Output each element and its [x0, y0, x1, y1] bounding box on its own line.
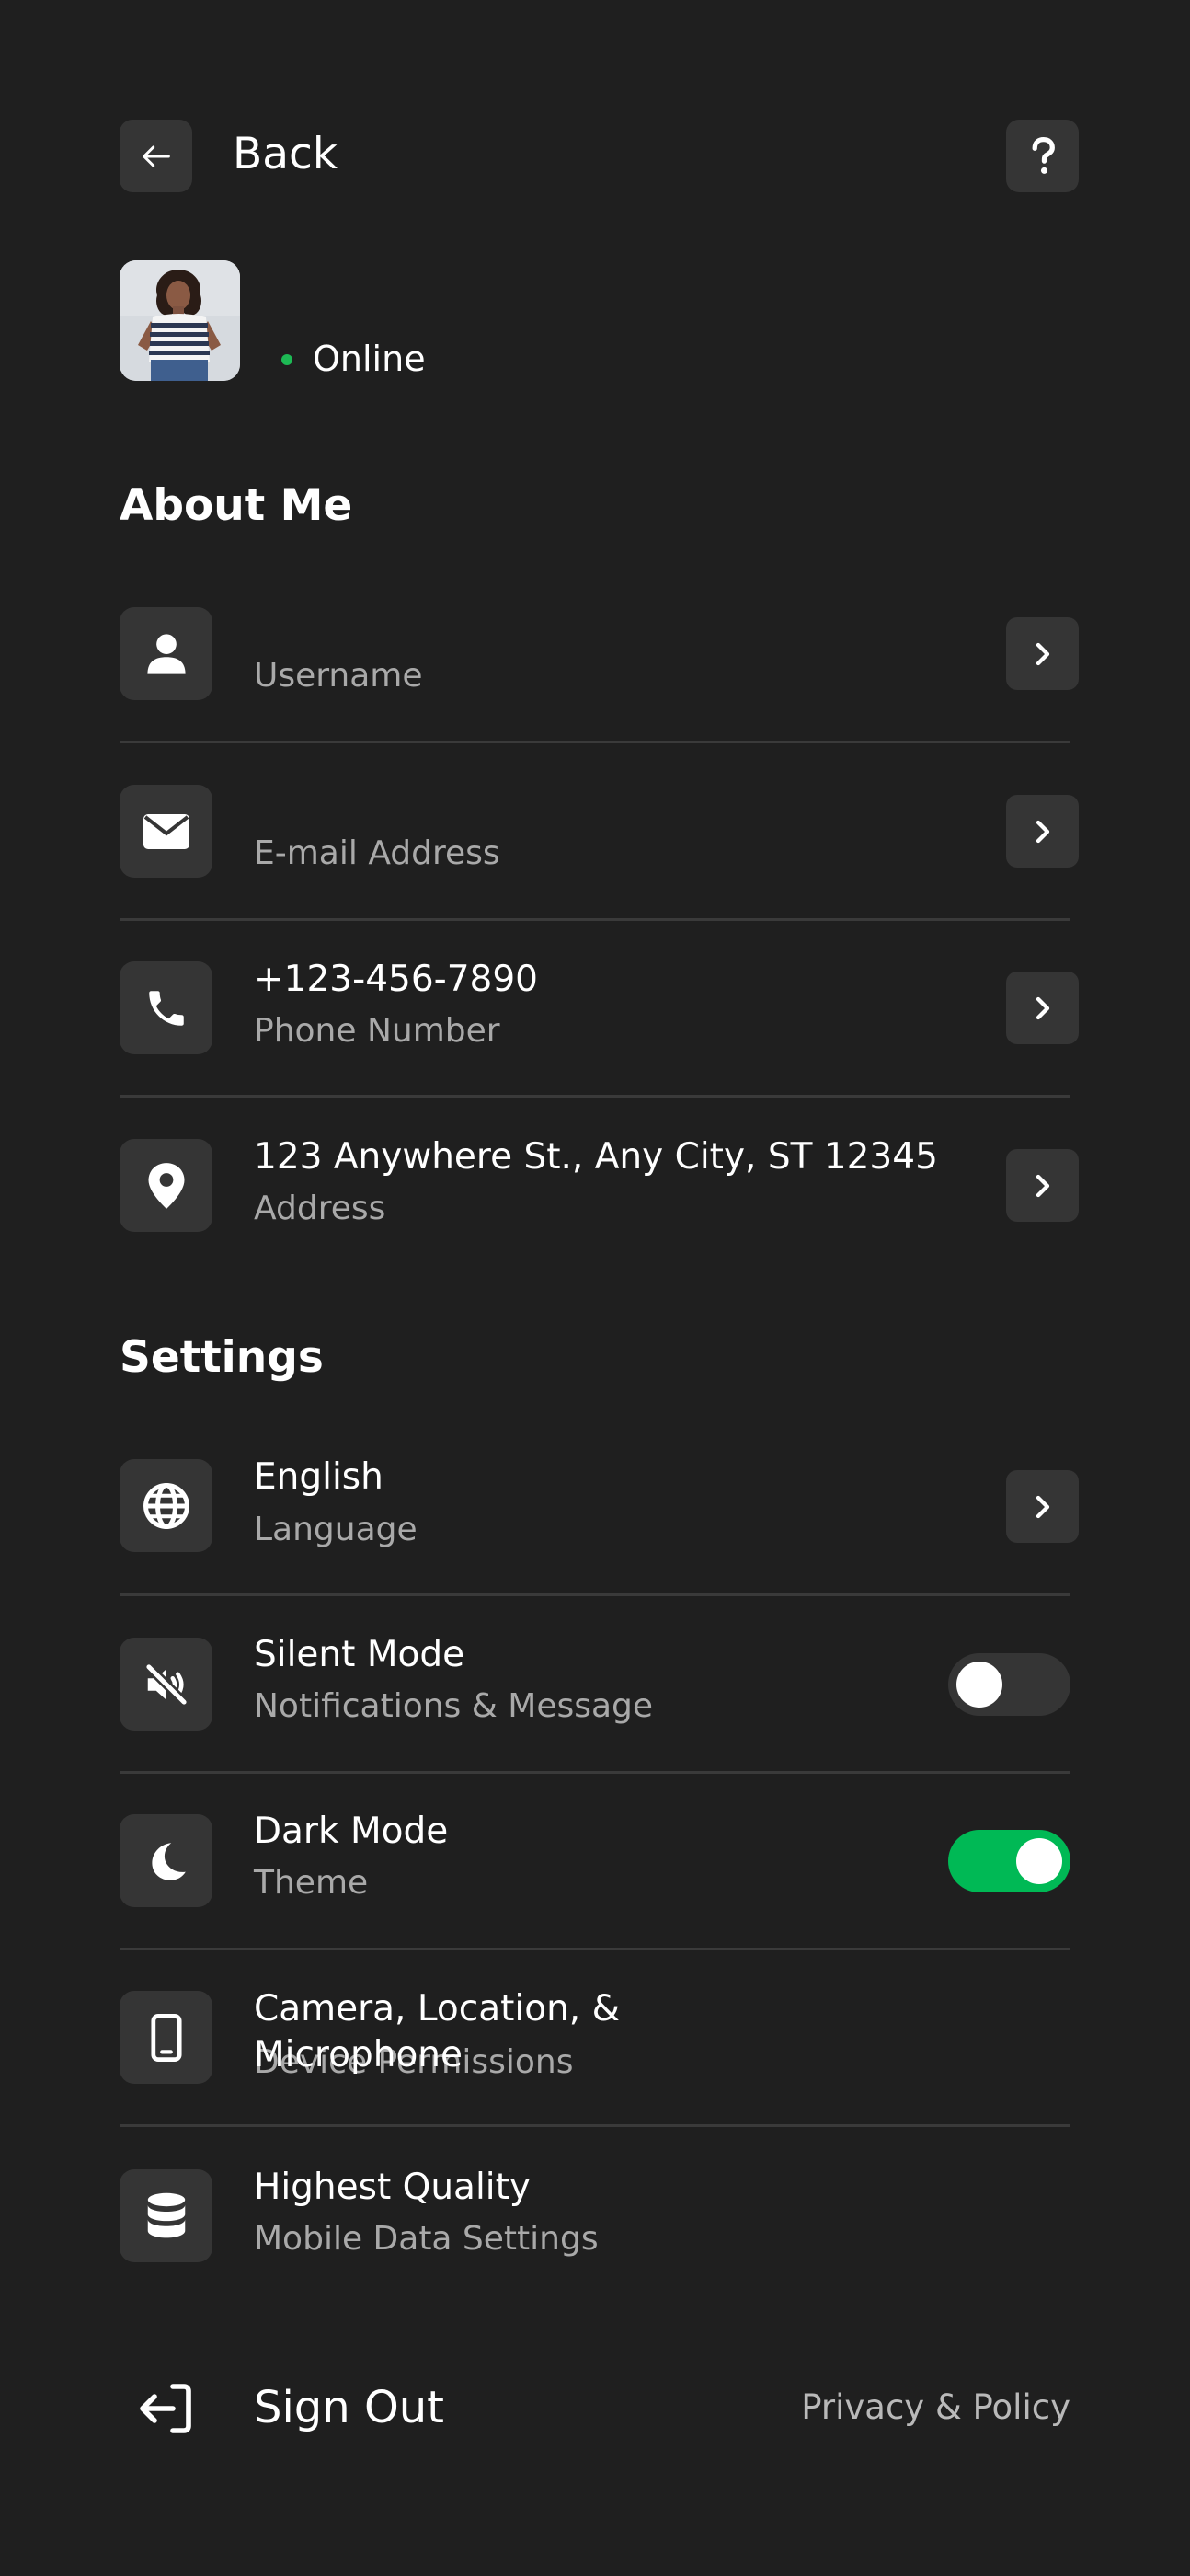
language-value: English — [254, 1456, 383, 1498]
phone-value: +123-456-7890 — [254, 959, 538, 1000]
silent-mode-label: Notifications & Message — [254, 1687, 654, 1725]
status-text: Online — [313, 339, 426, 379]
toggle-knob — [956, 1662, 1002, 1708]
phone-chevron-button[interactable] — [1006, 972, 1079, 1044]
divider — [120, 918, 1070, 921]
dark-mode-value: Dark Mode — [254, 1811, 449, 1852]
email-chevron-button[interactable] — [1006, 795, 1079, 868]
chevron-right-icon — [1036, 996, 1049, 1019]
dark-mode-label: Theme — [254, 1864, 369, 1902]
about-me-title: About Me — [120, 480, 353, 531]
chevron-right-icon — [1036, 642, 1049, 665]
back-label[interactable]: Back — [233, 127, 338, 182]
chevron-right-icon — [1036, 1174, 1049, 1197]
language-chevron-button[interactable] — [1006, 1470, 1079, 1543]
phone-icon — [120, 961, 212, 1054]
username-label: Username — [254, 657, 423, 695]
settings-title: Settings — [120, 1332, 324, 1383]
avatar[interactable] — [120, 260, 240, 381]
language-label: Language — [254, 1511, 418, 1548]
help-button[interactable] — [1006, 120, 1079, 192]
mobile-data-label: Mobile Data Settings — [254, 2220, 599, 2258]
chevron-right-icon — [1036, 820, 1049, 843]
arrow-left-icon — [142, 145, 170, 167]
location-pin-icon — [120, 1139, 212, 1232]
globe-icon — [120, 1459, 212, 1552]
speaker-mute-icon — [120, 1638, 212, 1731]
mobile-data-value: Highest Quality — [254, 2167, 531, 2208]
address-value: 123 Anywhere St., Any City, ST 12345 — [254, 1136, 938, 1178]
username-chevron-button[interactable] — [1006, 617, 1079, 690]
sign-out-icon[interactable] — [136, 2383, 195, 2434]
database-icon — [120, 2169, 212, 2262]
back-button[interactable] — [120, 120, 192, 192]
mail-icon — [120, 785, 212, 878]
status-dot — [281, 354, 292, 365]
address-chevron-button[interactable] — [1006, 1149, 1079, 1222]
privacy-policy-link[interactable]: Privacy & Policy — [801, 2386, 1070, 2429]
silent-mode-value: Silent Mode — [254, 1634, 465, 1675]
mobile-device-icon — [120, 1991, 212, 2084]
question-mark-icon — [1032, 136, 1055, 174]
address-label: Address — [254, 1190, 386, 1227]
divider — [120, 741, 1070, 743]
phone-label: Phone Number — [254, 1012, 500, 1050]
silent-mode-toggle[interactable] — [948, 1653, 1070, 1716]
email-label: E-mail Address — [254, 834, 500, 872]
divider — [120, 2124, 1070, 2127]
toggle-knob — [1016, 1838, 1062, 1884]
moon-icon — [120, 1814, 212, 1907]
divider — [120, 1771, 1070, 1774]
profile-photo — [120, 260, 240, 381]
divider — [120, 1948, 1070, 1950]
sign-out-button[interactable]: Sign Out — [254, 2379, 444, 2436]
divider — [120, 1095, 1070, 1098]
divider — [120, 1593, 1070, 1596]
chevron-right-icon — [1036, 1495, 1049, 1518]
user-icon — [120, 607, 212, 700]
device-permissions-value: Camera, Location, & Microphone — [254, 1988, 620, 2076]
dark-mode-toggle[interactable] — [948, 1830, 1070, 1892]
